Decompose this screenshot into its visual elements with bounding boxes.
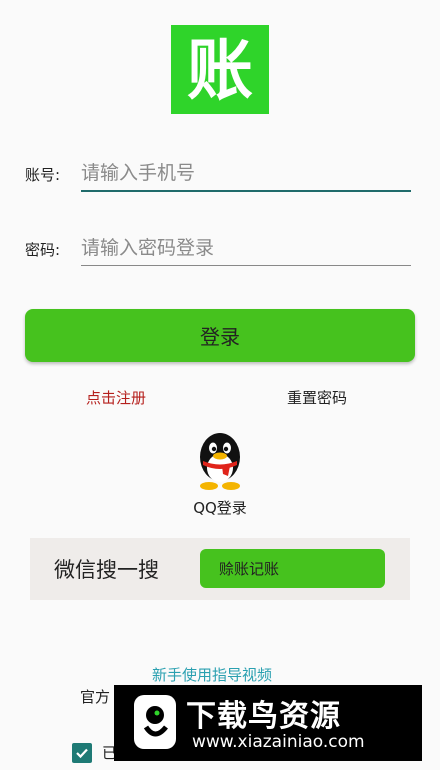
qq-login-label[interactable]: QQ登录 [185, 497, 255, 518]
account-row: 账号: [25, 156, 411, 196]
login-screen: 账 账号: 密码: 登录 点击注册 重置密码 QQ登录 微信搜一搜 赊账记账 新… [0, 0, 440, 770]
login-button[interactable]: 登录 [25, 309, 415, 362]
password-label: 密码: [25, 241, 61, 259]
wechat-search-box[interactable]: 赊账记账 [200, 549, 385, 588]
qq-login-button[interactable] [185, 430, 255, 496]
watermark-banner: 下载鸟资源 www.xiazainiao.com [114, 685, 422, 761]
checkmark-icon [76, 748, 88, 758]
bird-logo-icon [134, 695, 176, 749]
watermark-url: www.xiazainiao.com [192, 732, 365, 752]
register-link[interactable]: 点击注册 [86, 387, 146, 408]
account-label: 账号: [25, 166, 61, 184]
password-row: 密码: [25, 231, 411, 271]
guide-video-link[interactable]: 新手使用指导视频 [152, 664, 272, 685]
account-input[interactable] [81, 156, 411, 192]
logo-character: 账 [187, 30, 253, 109]
official-text: 官方 [80, 688, 111, 706]
qq-penguin-icon [200, 433, 240, 490]
agreement-checkbox[interactable] [72, 742, 92, 763]
watermark-title: 下载鸟资源 [186, 699, 341, 734]
reset-password-link[interactable]: 重置密码 [287, 387, 347, 408]
wechat-search-text: 微信搜一搜 [54, 558, 159, 582]
agreement-row: 已 [72, 742, 117, 763]
password-input[interactable] [81, 231, 411, 266]
app-logo: 账 [171, 25, 269, 114]
wechat-search-panel: 微信搜一搜 赊账记账 [30, 538, 410, 600]
